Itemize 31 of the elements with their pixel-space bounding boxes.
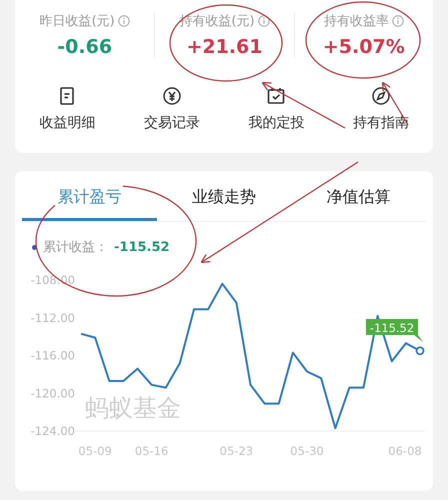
chart-tab[interactable]: 净值估算 [291,179,426,221]
summary-label: 持有收益率 [324,13,389,30]
legend-dot [32,244,37,250]
y-axis-label: -116.00 [30,348,75,362]
legend-label: 累计收益： [43,239,108,256]
summary-value: -0.66 [57,36,112,58]
summary-value: +5.07% [322,36,405,58]
x-axis-label: 05-09 [78,444,112,458]
x-axis-label: 06-08 [388,444,422,458]
summary-label: 昨日收益(元) [40,13,115,30]
chart-tab[interactable]: 业绩走势 [156,179,292,221]
x-axis-label: 05-23 [220,444,254,458]
shortcut-button[interactable]: 交易记录 [120,86,224,132]
calendar-icon [266,86,286,106]
value-tooltip: -115.52 [366,319,423,342]
y-axis-label: -112.00 [30,310,75,325]
shortcut-button[interactable]: 收益明细 [15,86,120,132]
shortcut-button[interactable]: 持有指南 [328,86,433,132]
info-icon[interactable] [258,15,270,27]
chart-tab[interactable]: 累计盈亏 [22,179,157,221]
end-point-marker [416,346,424,356]
summary-value: +21.61 [186,36,262,58]
y-axis-label: -124.00 [30,424,75,438]
x-axis-label: 05-30 [290,444,324,458]
x-axis-label: 05-16 [134,444,168,458]
y-axis-label: -120.00 [30,386,75,400]
caret-icon [217,78,229,84]
yen-icon [162,86,182,106]
compass-icon [370,86,391,106]
shortcut-button[interactable]: 我的定投 [224,86,328,132]
legend-value: -115.52 [114,240,170,254]
